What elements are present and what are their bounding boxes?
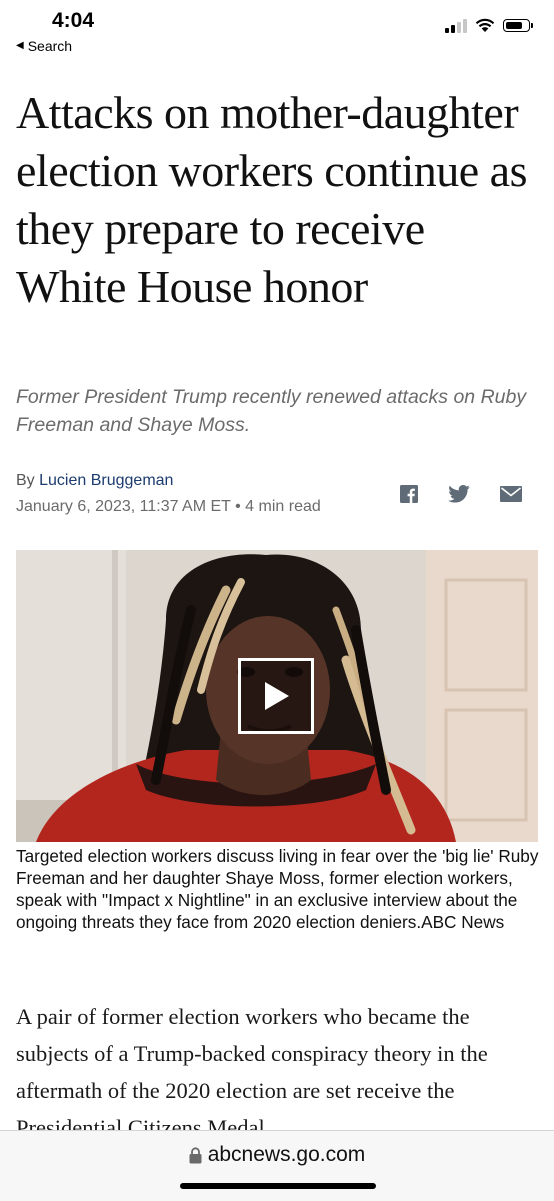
back-search-label: Search — [27, 38, 73, 54]
author-link[interactable]: Lucien Bruggeman — [39, 472, 173, 489]
cellular-signal-icon — [445, 18, 467, 33]
read-time: 4 min read — [245, 498, 321, 515]
back-to-search-button[interactable]: ◀ Search — [16, 38, 72, 54]
facebook-icon[interactable] — [400, 485, 418, 503]
battery-icon — [503, 19, 533, 32]
mail-icon[interactable] — [500, 486, 522, 502]
play-icon — [265, 682, 289, 710]
byline: By Lucien Bruggeman — [16, 472, 173, 490]
status-time: 4:04 — [52, 9, 95, 32]
share-icons — [400, 485, 522, 503]
status-icons — [445, 18, 533, 33]
dateline: January 6, 2023, 11:37 AM ET • 4 min rea… — [16, 498, 321, 516]
lock-icon — [189, 1146, 202, 1163]
article-subhead: Former President Trump recently renewed … — [16, 386, 527, 436]
dateline-separator: • — [235, 498, 241, 515]
wifi-icon — [475, 18, 495, 32]
byline-prefix: By — [16, 472, 35, 489]
back-arrow-icon: ◀ — [16, 40, 24, 51]
play-button[interactable] — [238, 658, 314, 734]
video-player[interactable] — [16, 550, 538, 842]
article-body-paragraph: A pair of former election workers who be… — [16, 1004, 488, 1140]
status-bar: 4:04 ◀ Search — [0, 0, 554, 62]
publish-date: January 6, 2023, 11:37 AM ET — [16, 498, 231, 515]
video-caption: Targeted election workers discuss living… — [16, 846, 539, 932]
url-text: abcnews.go.com — [207, 1143, 366, 1166]
browser-url-bar[interactable]: abcnews.go.com — [0, 1130, 554, 1201]
article-headline: Attacks on mother-daughter election work… — [16, 87, 527, 312]
twitter-icon[interactable] — [448, 485, 470, 503]
url-display[interactable]: abcnews.go.com — [0, 1143, 554, 1167]
home-indicator[interactable] — [180, 1183, 376, 1189]
